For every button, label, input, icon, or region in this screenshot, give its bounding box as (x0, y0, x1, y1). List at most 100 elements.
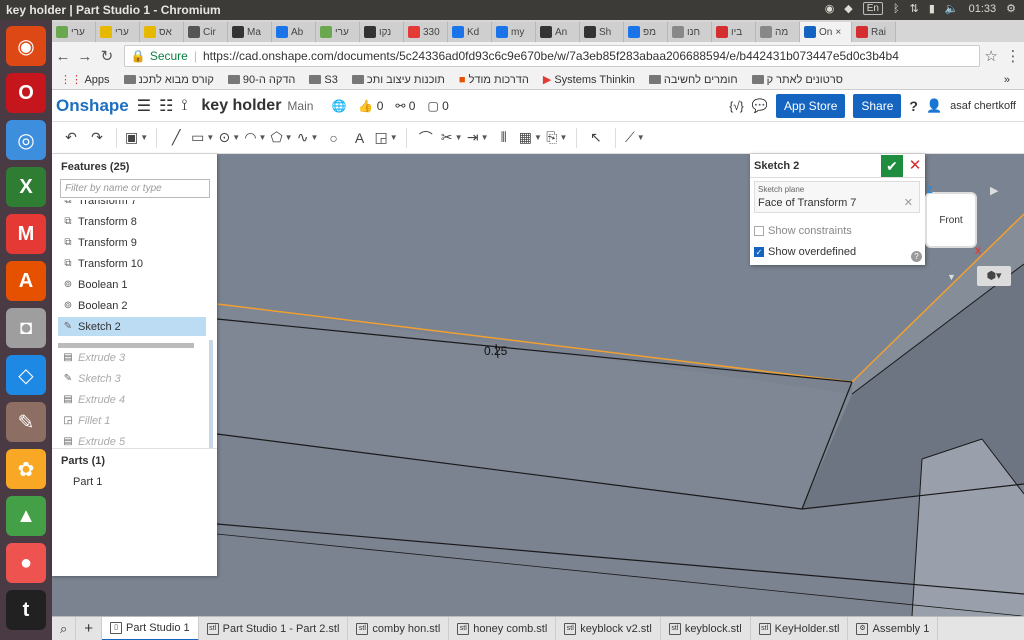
show-constraints-row[interactable]: Show constraints (754, 225, 852, 237)
public-globe-icon[interactable]: 🌐 (331, 99, 346, 113)
browser-tab[interactable]: נקו (360, 22, 404, 42)
user-name[interactable]: asaf chertkoff (950, 100, 1016, 112)
browser-tab[interactable]: my (492, 22, 536, 42)
asana-icon[interactable]: ● (6, 543, 46, 583)
browser-tab[interactable]: Kd (448, 22, 492, 42)
document-tab[interactable]: stl comby hon.stl (348, 617, 450, 640)
feature-filter-input[interactable]: Filter by name or type (60, 179, 210, 198)
part-item[interactable]: Part 1 (73, 476, 102, 488)
fillet-tool-icon[interactable]: ⌒ (415, 127, 437, 149)
google-drive-icon[interactable]: ▲ (6, 496, 46, 536)
document-tab[interactable]: stl honey comb.stl (449, 617, 557, 640)
feature-item[interactable]: ✎ Sketch 2 (58, 317, 206, 336)
bookmark-item[interactable]: S3 (309, 74, 338, 86)
dropbox-icon[interactable]: ◆ (844, 2, 852, 15)
feature-item[interactable]: ⊚ Boolean 1 (58, 275, 206, 294)
construction-tool-icon[interactable]: ◲ ▼ (375, 127, 398, 149)
spline-tool-icon[interactable]: ∿ ▼ (297, 127, 319, 149)
accept-checkmark-button[interactable]: ✔ (881, 155, 903, 177)
mirror-tool-icon[interactable]: ⫴ (493, 127, 515, 149)
undo-icon[interactable]: ↶ (60, 127, 82, 149)
line-tool-icon[interactable]: ╱ (165, 127, 187, 149)
feature-item[interactable]: ⧉ Transform 10 (58, 254, 206, 273)
browser-tab[interactable]: 330 (404, 22, 448, 42)
cancel-x-button[interactable]: ✕ (906, 155, 924, 177)
redo-icon[interactable]: ↷ (86, 127, 108, 149)
bluetooth-icon[interactable]: ᛒ (893, 3, 900, 15)
text-tool-icon[interactable]: A (349, 127, 371, 149)
chromium-icon[interactable]: ◎ (6, 120, 46, 160)
browser-menu-icon[interactable]: ⋮ (1002, 47, 1024, 65)
help-button[interactable]: ? (909, 98, 918, 114)
browser-tab[interactable]: מפ (624, 22, 668, 42)
view-options-button[interactable]: ⬢▾ (977, 266, 1011, 286)
document-tab[interactable]: stl keyblock.stl (661, 617, 751, 640)
browser-tab[interactable]: Cir (184, 22, 228, 42)
menu-icon[interactable]: ☰ (137, 96, 151, 116)
feature-list-icon[interactable]: ☷ (159, 96, 173, 116)
point-tool-icon[interactable]: ○ (323, 127, 345, 149)
battery-icon[interactable]: ▮ (929, 2, 935, 15)
rollback-bar[interactable] (58, 343, 194, 348)
pattern-tool-icon[interactable]: ▦ ▼ (519, 127, 542, 149)
document-tab[interactable]: stl KeyHolder.stl (751, 617, 849, 640)
rectangle-tool-icon[interactable]: ▭ ▼ (191, 127, 214, 149)
browser-tab[interactable]: ביו (712, 22, 756, 42)
url-text[interactable]: https://cad.onshape.com/documents/5c2433… (203, 49, 899, 63)
browser-tab[interactable]: Rai (852, 22, 896, 42)
browser-tab[interactable]: ערי (52, 22, 96, 42)
settings-gear-icon[interactable]: ⚙ (1006, 2, 1016, 15)
use-tool-icon[interactable]: ↖ (585, 127, 607, 149)
document-title[interactable]: key holder (201, 97, 281, 115)
sketch-tool-icon[interactable]: ▣ ▼ (125, 127, 148, 149)
browser-tab[interactable]: Ma (228, 22, 272, 42)
kodi-icon[interactable]: ◇ (6, 355, 46, 395)
app-store-button[interactable]: App Store (776, 94, 846, 118)
onshape-logo[interactable]: Onshape (56, 96, 129, 116)
copies-counter[interactable]: ▢ 0 (427, 99, 448, 113)
volume-icon[interactable]: 🔈 (945, 2, 959, 15)
browser-tab[interactable]: חנו (668, 22, 712, 42)
offset-tool-icon[interactable]: ⇥ ▼ (467, 127, 489, 149)
clear-plane-icon[interactable]: ✕ (904, 196, 913, 209)
bookmark-item[interactable]: הדקה ה-90 (227, 74, 295, 86)
help-icon[interactable]: ? (911, 251, 922, 262)
browser-tab[interactable]: ערי (316, 22, 360, 42)
dimension-tool-icon[interactable]: ⟋ ▼ (624, 127, 646, 149)
comments-icon[interactable]: 💬 (752, 98, 768, 114)
browser-tab[interactable]: אס (140, 22, 184, 42)
view-cube[interactable]: Front (925, 192, 977, 248)
trim-tool-icon[interactable]: ✂ ▼ (441, 127, 463, 149)
bookmark-item[interactable]: ⋮⋮ Apps (60, 73, 110, 86)
tab-search-icon[interactable]: ⌕ (52, 617, 77, 640)
network-icon[interactable]: ⇅ (910, 2, 919, 15)
circle-tool-icon[interactable]: ⊙ ▼ (218, 127, 240, 149)
clock[interactable]: 01:33 (969, 3, 997, 15)
bookmarks-overflow[interactable]: » (1004, 74, 1010, 86)
polygon-tool-icon[interactable]: ⬠ ▼ (270, 127, 292, 149)
photos-icon[interactable]: ✿ (6, 449, 46, 489)
rotate-down-icon[interactable]: ▼ (947, 272, 956, 282)
bookmark-item[interactable]: ■ הדרכות מודל (459, 74, 529, 86)
browser-tab[interactable]: ערי (96, 22, 140, 42)
document-tab[interactable]: stl Part Studio 1 - Part 2.stl (199, 617, 349, 640)
forward-arrow-icon[interactable]: → (74, 48, 96, 65)
keyboard-layout-indicator[interactable]: En (862, 2, 883, 15)
bookmark-item[interactable]: קורס מבוא לתכנ (123, 74, 214, 86)
remote-desktop-icon[interactable]: t (6, 590, 46, 630)
chrome-tray-icon[interactable]: ◉ (825, 2, 835, 15)
likes-counter[interactable]: 👍 0 (358, 99, 383, 113)
featurescript-icon[interactable]: {√} (729, 99, 744, 113)
close-tab-icon[interactable]: × (835, 27, 841, 38)
url-omnibox[interactable]: 🔒 Secure | https://cad.onshape.com/docum… (123, 45, 981, 67)
show-overdefined-row[interactable]: ✓ Show overdefined (754, 246, 856, 258)
view-cube-front-face[interactable]: Front (927, 194, 975, 246)
camera-icon[interactable]: ◘ (6, 308, 46, 348)
feature-item[interactable]: ▤ Extrude 4 (58, 390, 206, 409)
opera-icon[interactable]: O (6, 73, 46, 113)
show-constraints-checkbox[interactable] (754, 226, 764, 236)
document-tab[interactable]: ⚙ Assembly 1 (848, 617, 939, 640)
paint-icon[interactable]: ✎ (6, 402, 46, 442)
document-tab[interactable]: stl keyblock v2.stl (556, 617, 661, 640)
links-counter[interactable]: ⚯ 0 (395, 99, 415, 113)
